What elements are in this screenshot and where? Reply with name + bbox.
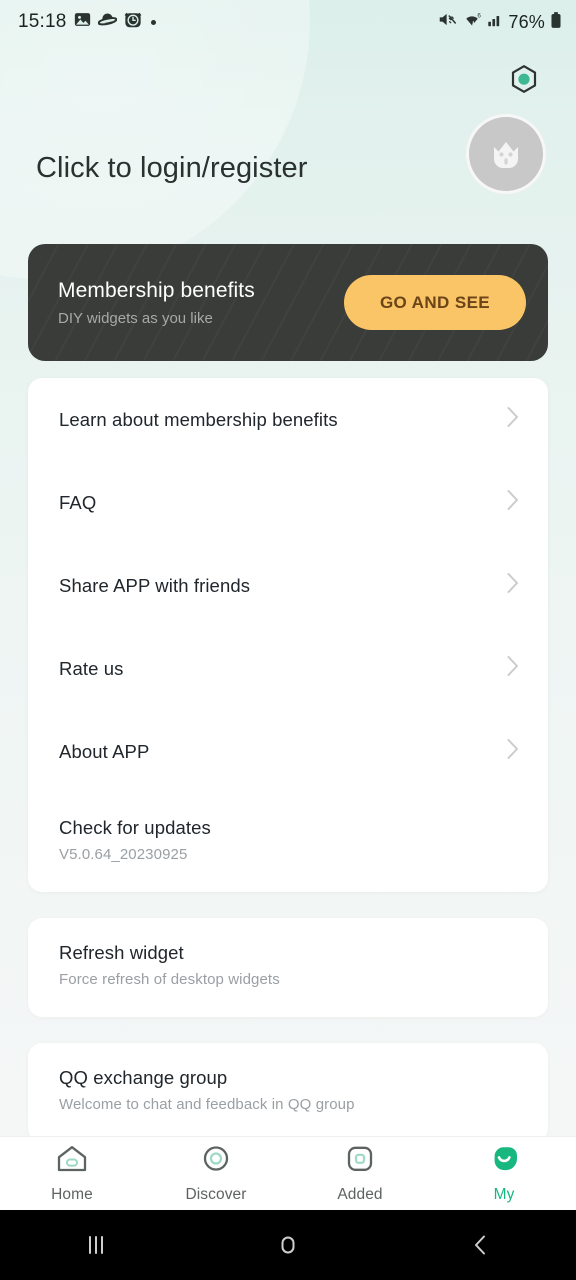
svg-text:6: 6 xyxy=(478,12,482,19)
square-icon xyxy=(343,1144,377,1179)
list-item-check-updates[interactable]: Check for updates V5.0.64_20230925 xyxy=(28,793,548,892)
home-icon xyxy=(55,1144,89,1179)
tab-label: Discover xyxy=(185,1185,247,1203)
status-bar-right: 6 76% xyxy=(438,11,562,34)
membership-banner-text: Membership benefits DIY widgets as you l… xyxy=(58,279,255,327)
list-item-about-app[interactable]: About APP xyxy=(28,710,548,793)
tab-label: My xyxy=(493,1185,515,1203)
wifi-icon: 6 xyxy=(462,11,482,33)
tab-label: Home xyxy=(51,1185,93,1203)
avatar[interactable] xyxy=(466,114,546,194)
status-bar: 15:18 6 76% xyxy=(0,0,576,44)
refresh-widget-card[interactable]: Refresh widget Force refresh of desktop … xyxy=(28,918,548,1017)
hexagon-settings-icon[interactable] xyxy=(506,62,542,98)
battery-icon xyxy=(550,11,562,34)
go-and-see-button[interactable]: GO AND SEE xyxy=(344,275,526,330)
list-item-label: FAQ xyxy=(59,491,97,513)
status-bar-left: 15:18 xyxy=(18,11,156,34)
app-version-label: V5.0.64_20230925 xyxy=(59,846,188,863)
cat-avatar-icon xyxy=(482,128,530,181)
list-item-learn-benefits[interactable]: Learn about membership benefits xyxy=(28,378,548,461)
saturn-icon xyxy=(97,11,117,33)
list-item-subtitle: Force refresh of desktop widgets xyxy=(59,971,280,988)
tab-home[interactable]: Home xyxy=(0,1144,144,1204)
list-item-label: About APP xyxy=(59,740,150,762)
chevron-right-icon xyxy=(506,654,520,683)
list-item-text: Refresh widget Force refresh of desktop … xyxy=(59,942,280,988)
membership-banner-subtitle: DIY widgets as you like xyxy=(58,309,213,327)
dot-indicator xyxy=(150,19,156,25)
menu-card: Learn about membership benefits FAQ Shar… xyxy=(28,378,548,892)
profile-header: Click to login/register xyxy=(0,44,576,244)
list-item-rate-us[interactable]: Rate us xyxy=(28,627,548,710)
chevron-right-icon xyxy=(506,488,520,517)
list-item-text: Check for updates V5.0.64_20230925 xyxy=(59,817,211,863)
android-nav-bar xyxy=(0,1210,576,1280)
back-icon[interactable] xyxy=(384,1232,576,1258)
app-root: 15:18 6 76% Click to login/register Memb… xyxy=(0,0,576,1280)
list-item-share-app[interactable]: Share APP with friends xyxy=(28,544,548,627)
membership-banner[interactable]: Membership benefits DIY widgets as you l… xyxy=(28,244,548,361)
recents-icon[interactable] xyxy=(0,1232,192,1258)
photo-icon xyxy=(74,11,91,33)
battery-percent: 76% xyxy=(508,11,545,32)
tab-added[interactable]: Added xyxy=(288,1144,432,1204)
mute-icon xyxy=(438,11,457,33)
list-item-label: Learn about membership benefits xyxy=(59,408,338,430)
tab-discover[interactable]: Discover xyxy=(144,1144,288,1204)
list-item-label: Rate us xyxy=(59,657,124,679)
login-register-text[interactable]: Click to login/register xyxy=(36,152,307,185)
home-nav-icon[interactable] xyxy=(192,1232,384,1258)
chevron-right-icon xyxy=(506,571,520,600)
alarm-icon xyxy=(124,11,142,34)
profile-leaf-icon xyxy=(487,1144,521,1179)
cellular-signal-icon xyxy=(487,11,503,33)
list-item-refresh-widget[interactable]: Refresh widget Force refresh of desktop … xyxy=(28,918,548,1017)
list-item-faq[interactable]: FAQ xyxy=(28,461,548,544)
status-time: 15:18 xyxy=(18,11,67,32)
tab-label: Added xyxy=(337,1185,383,1203)
list-item-label: Share APP with friends xyxy=(59,574,251,596)
list-item-label: Refresh widget xyxy=(59,942,184,963)
list-item-qq-group[interactable]: QQ exchange group Welcome to chat and fe… xyxy=(28,1043,548,1142)
chevron-right-icon xyxy=(506,405,520,434)
compass-icon xyxy=(199,1144,233,1179)
list-item-label: QQ exchange group xyxy=(59,1067,228,1088)
qq-exchange-group-card[interactable]: QQ exchange group Welcome to chat and fe… xyxy=(28,1043,548,1142)
membership-banner-title: Membership benefits xyxy=(58,278,255,302)
bottom-tab-bar: Home Discover Added My xyxy=(0,1136,576,1210)
list-item-label: Check for updates xyxy=(59,817,211,838)
login-row[interactable]: Click to login/register xyxy=(36,114,546,194)
tab-my[interactable]: My xyxy=(432,1144,576,1204)
chevron-right-icon xyxy=(506,737,520,766)
list-item-text: QQ exchange group Welcome to chat and fe… xyxy=(59,1067,355,1113)
list-item-subtitle: Welcome to chat and feedback in QQ group xyxy=(59,1096,355,1113)
